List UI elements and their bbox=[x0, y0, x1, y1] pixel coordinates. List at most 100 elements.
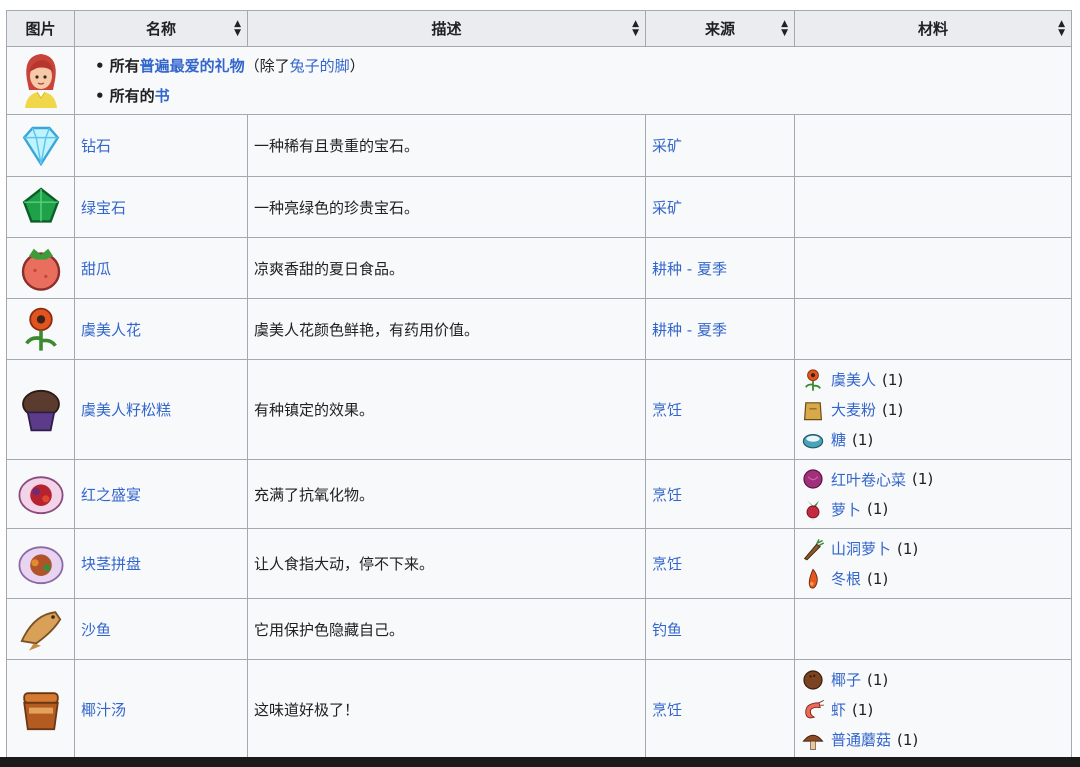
header-description[interactable]: 描述 ▲ ▼ bbox=[247, 10, 646, 47]
ingredient-link[interactable]: 大麦粉 bbox=[831, 399, 876, 420]
item-source-cell: 烹饪 bbox=[645, 359, 795, 460]
item-name-link[interactable]: 钻石 bbox=[81, 137, 111, 155]
ingredient-quantity: (1) bbox=[882, 370, 904, 389]
item-name-link[interactable]: 椰汁汤 bbox=[81, 701, 126, 719]
item-name-link[interactable]: 虞美人籽松糕 bbox=[81, 401, 171, 419]
item-source-link[interactable]: 烹饪 bbox=[652, 401, 682, 419]
item-ingredients-cell bbox=[794, 298, 1072, 360]
header-ingredients[interactable]: 材料 ▲ ▼ bbox=[794, 10, 1072, 47]
table-row: 绿宝石 一种亮绿色的珍贵宝石。 采矿 bbox=[6, 176, 1072, 238]
ingredient-link[interactable]: 普通蘑菇 bbox=[831, 729, 891, 750]
ingredient-item: 大麦粉 (1) bbox=[801, 395, 1065, 425]
shrimp-icon[interactable] bbox=[801, 698, 825, 722]
header-name-label: 名称 bbox=[145, 20, 176, 38]
ingredient-link[interactable]: 红叶卷心菜 bbox=[831, 469, 906, 490]
item-name-cell: 红之盛宴 bbox=[74, 459, 248, 529]
favorites-line1-prefix: 所有 bbox=[109, 56, 140, 75]
item-name-link[interactable]: 绿宝石 bbox=[81, 199, 126, 217]
item-description-cell: 一种亮绿色的珍贵宝石。 bbox=[247, 176, 646, 238]
item-source-link[interactable]: 烹饪 bbox=[652, 701, 682, 719]
ingredient-link[interactable]: 冬根 bbox=[831, 568, 861, 589]
item-description-cell: 虞美人花颜色鲜艳，有药用价值。 bbox=[247, 298, 646, 360]
item-name-link[interactable]: 虞美人花 bbox=[81, 321, 141, 339]
winter-root-icon[interactable] bbox=[801, 567, 825, 591]
ingredient-link[interactable]: 萝卜 bbox=[831, 499, 861, 520]
item-description-cell: 一种稀有且贵重的宝石。 bbox=[247, 114, 646, 177]
item-source-cell: 烹饪 bbox=[645, 459, 795, 529]
sort-arrows-icon[interactable]: ▲ ▼ bbox=[234, 19, 241, 38]
red-plate-icon[interactable] bbox=[17, 470, 65, 518]
item-image-cell bbox=[6, 114, 75, 177]
header-name[interactable]: 名称 ▲ ▼ bbox=[74, 10, 248, 47]
common-mushroom-icon[interactable] bbox=[801, 728, 825, 752]
item-source-link[interactable]: 采矿 bbox=[652, 199, 682, 217]
red-cabbage-icon[interactable] bbox=[801, 467, 825, 491]
item-source-link[interactable]: 烹饪 bbox=[652, 486, 682, 504]
gift-table: 图片 名称 ▲▼ 描述 ▲▼ 来源 ▲▼ 材料 ▲▼ 所有 bbox=[6, 10, 1072, 760]
item-name-cell: 虞美人籽松糕 bbox=[74, 359, 248, 460]
favorites-paren-open: （除了 bbox=[244, 56, 290, 75]
header-source[interactable]: 来源 ▲ ▼ bbox=[645, 10, 795, 47]
poppyseed-muffin-icon[interactable] bbox=[17, 386, 65, 434]
cave-carrot-icon[interactable] bbox=[801, 537, 825, 561]
sort-arrows-icon[interactable]: ▲ ▼ bbox=[632, 19, 639, 38]
ingredient-item: 虞美人 (1) bbox=[801, 365, 1065, 395]
poppy-icon[interactable] bbox=[801, 368, 825, 392]
ingredient-link[interactable]: 椰子 bbox=[831, 669, 861, 690]
wheat-flour-icon[interactable] bbox=[801, 398, 825, 422]
item-source-cell: 耕种 - 夏季 bbox=[645, 237, 795, 299]
sugar-icon[interactable] bbox=[801, 428, 825, 452]
favorites-paren-close: ） bbox=[349, 56, 365, 75]
ingredient-item: 山洞萝卜 (1) bbox=[801, 534, 1065, 564]
ingredient-item: 普通蘑菇 (1) bbox=[801, 725, 1065, 755]
ingredient-item: 冬根 (1) bbox=[801, 564, 1065, 594]
table-row: 钻石 一种稀有且贵重的宝石。 采矿 bbox=[6, 114, 1072, 177]
item-name-link[interactable]: 块茎拼盘 bbox=[81, 555, 141, 573]
item-source-cell: 采矿 bbox=[645, 114, 795, 177]
item-source-cell: 烹饪 bbox=[645, 659, 795, 760]
ingredient-link[interactable]: 山洞萝卜 bbox=[831, 538, 891, 559]
character-portrait-icon bbox=[24, 53, 57, 108]
item-image-cell bbox=[6, 298, 75, 360]
header-description-label: 描述 bbox=[431, 20, 462, 38]
sandfish-icon[interactable] bbox=[17, 605, 65, 653]
item-image-cell bbox=[6, 237, 75, 299]
coconut-icon[interactable] bbox=[801, 668, 825, 692]
item-name-link[interactable]: 沙鱼 bbox=[81, 621, 111, 639]
ingredient-quantity: (1) bbox=[912, 470, 934, 488]
universal-loves-link[interactable]: 普遍最爱的礼物 bbox=[140, 57, 245, 75]
sort-arrows-icon[interactable]: ▲ ▼ bbox=[781, 19, 788, 38]
books-link[interactable]: 书 bbox=[155, 87, 170, 105]
sort-arrows-icon[interactable]: ▲ ▼ bbox=[1058, 19, 1065, 38]
item-ingredients-cell bbox=[794, 237, 1072, 299]
poppy-icon[interactable] bbox=[17, 305, 65, 353]
item-source-link[interactable]: 耕种 - 夏季 bbox=[652, 321, 727, 339]
item-name-link[interactable]: 甜瓜 bbox=[81, 260, 111, 278]
ingredient-item: 椰子 (1) bbox=[801, 665, 1065, 695]
emerald-icon[interactable] bbox=[17, 183, 65, 231]
ingredient-quantity: (1) bbox=[897, 730, 919, 749]
coconut-soup-icon[interactable] bbox=[17, 686, 65, 734]
item-description-cell: 凉爽香甜的夏日食品。 bbox=[247, 237, 646, 299]
melon-icon[interactable] bbox=[17, 244, 65, 292]
item-source-cell: 钓鱼 bbox=[645, 598, 795, 660]
root-platter-icon[interactable] bbox=[17, 540, 65, 588]
diamond-icon[interactable] bbox=[17, 122, 65, 170]
item-source-cell: 采矿 bbox=[645, 176, 795, 238]
list-item: 所有普遍最爱的礼物（除了兔子的脚） bbox=[95, 51, 1065, 81]
item-source-link[interactable]: 耕种 - 夏季 bbox=[652, 260, 727, 278]
ingredient-quantity: (1) bbox=[867, 569, 889, 588]
item-image-cell bbox=[6, 359, 75, 460]
item-source-link[interactable]: 烹饪 bbox=[652, 555, 682, 573]
item-source-link[interactable]: 钓鱼 bbox=[652, 621, 682, 639]
ingredient-quantity: (1) bbox=[852, 700, 874, 719]
radish-icon[interactable] bbox=[801, 497, 825, 521]
item-name-link[interactable]: 红之盛宴 bbox=[81, 486, 141, 504]
item-image-cell bbox=[6, 598, 75, 660]
ingredient-link[interactable]: 虾 bbox=[831, 699, 846, 720]
ingredient-link[interactable]: 糖 bbox=[831, 429, 846, 450]
table-row: 红之盛宴 充满了抗氧化物。 烹饪 红叶卷心菜 (1) 萝卜 (1) bbox=[6, 459, 1072, 529]
ingredient-link[interactable]: 虞美人 bbox=[831, 369, 876, 390]
item-source-link[interactable]: 采矿 bbox=[652, 137, 682, 155]
rabbit-foot-link[interactable]: 兔子的脚 bbox=[290, 57, 350, 75]
